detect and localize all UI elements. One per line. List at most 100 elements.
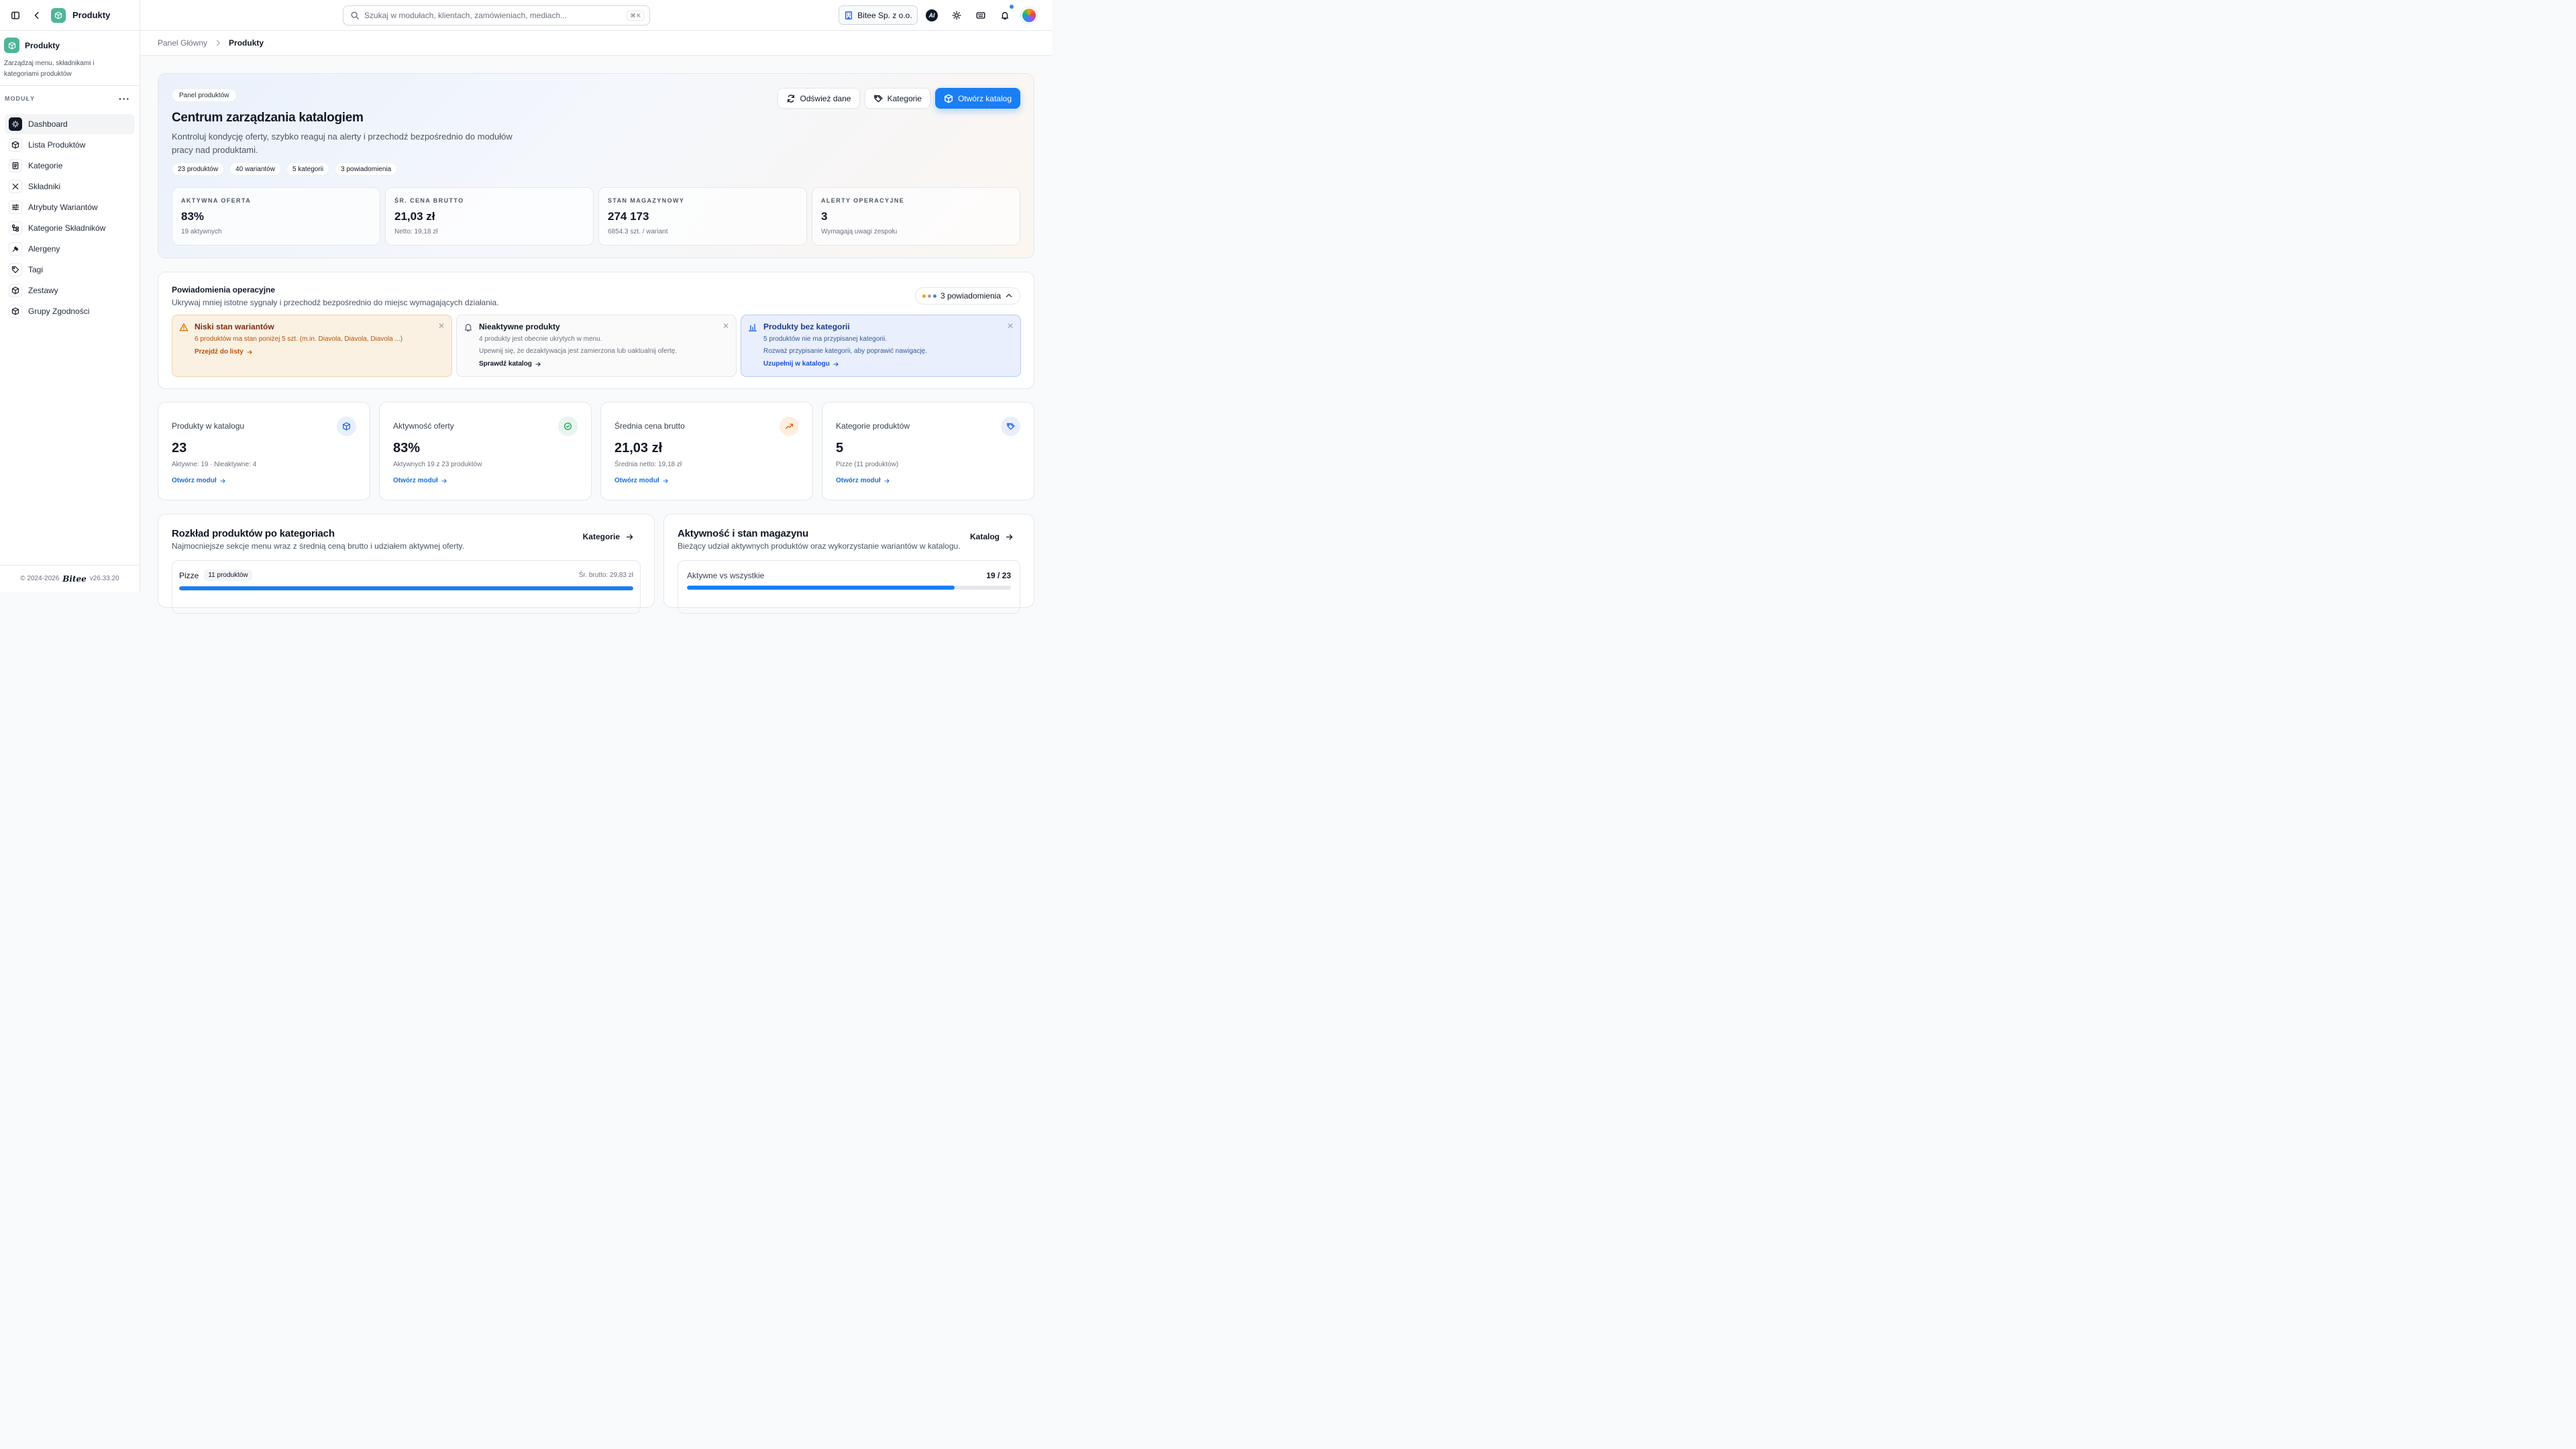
notification-text: 5 produktów nie ma przypisanej kategorii… — [763, 335, 887, 343]
notification-title: Niski stan wariantów — [195, 322, 274, 331]
open-module-link[interactable]: Otwórz moduł — [172, 477, 370, 484]
refresh-button[interactable]: Odśwież dane — [777, 88, 860, 109]
keyboard-button[interactable] — [974, 9, 987, 22]
notification-link-label: Sprawdź katalog — [479, 360, 532, 368]
avatar[interactable] — [1021, 7, 1037, 23]
categories-link-label: Kategorie — [582, 532, 620, 541]
category-row[interactable]: Pizze 11 produktów Śr. brutto: 29,83 zł — [172, 560, 641, 614]
sidebar-footer: © 2024-2026 Bitee v26.33.20 — [0, 565, 140, 592]
module-info: Produkty Zarządzaj menu, składnikami i k… — [0, 31, 140, 86]
kpi-label: ŚR. CENA BRUTTO — [394, 197, 464, 204]
refresh-icon — [787, 94, 794, 103]
stat-value: 5 — [836, 441, 844, 455]
modules-section-label: MODUŁY — [5, 95, 35, 102]
sidebar-item-ingredient-categories[interactable]: Kategorie Składników — [5, 218, 135, 238]
global-search[interactable]: Szukaj w modułach, klientach, zamówienia… — [343, 5, 650, 25]
module-icon — [4, 38, 19, 53]
breadcrumb: Panel Główny Produkty — [140, 31, 1052, 56]
category-distribution-panel: Rozkład produktów po kategoriach Najmocn… — [158, 514, 655, 614]
close-icon[interactable]: ✕ — [1007, 321, 1014, 331]
sidebar-item-compatibility-groups[interactable]: Grupy Zgodności — [5, 301, 135, 321]
sidebar-item-categories[interactable]: Kategorie — [5, 156, 135, 176]
module-description: Zarządzaj menu, składnikami i kategoriam… — [4, 60, 95, 78]
panel-title: Aktywność i stan magazynu — [678, 528, 809, 539]
notification-link-label: Uzupełnij w katalogu — [763, 360, 830, 368]
app-logo-icon — [51, 7, 66, 23]
category-count-badge: 11 produktów — [204, 570, 252, 581]
categories-link[interactable]: Kategorie — [583, 532, 634, 541]
notification-text: 6 produktów ma stan poniżej 5 szt. (m.in… — [195, 335, 403, 343]
hero-pill: Panel produktów — [172, 89, 237, 102]
notifications-title: Powiadomienia operacyjne — [172, 285, 276, 294]
tree-icon — [9, 221, 22, 235]
trending-up-icon — [780, 417, 799, 436]
categories-button[interactable]: Kategorie — [864, 88, 930, 109]
notification-link[interactable]: Uzupełnij w katalogu — [763, 360, 1012, 368]
stat-product-categories: Kategorie produktów 5 Pizze (11 produktó… — [822, 402, 1034, 500]
sidebar-item-label: Grupy Zgodności — [28, 307, 90, 316]
notifications-toggle-button[interactable]: 3 powiadomienia — [914, 287, 1020, 305]
sidebar-toggle-icon[interactable] — [8, 8, 23, 23]
sidebar-item-label: Składniki — [28, 182, 61, 191]
app-version: v26.33.20 — [89, 575, 119, 582]
kpi-label: ALERTY OPERACYJNE — [821, 197, 905, 204]
chip-variants: 40 wariantów — [229, 162, 281, 176]
sidebar-item-label: Tagi — [28, 265, 44, 274]
close-icon[interactable]: ✕ — [438, 321, 445, 331]
notification-inactive-products: ✕ Nieaktywne produkty 4 produkty jest ob… — [456, 315, 737, 377]
chip-categories: 5 kategorii — [286, 162, 330, 176]
document-icon — [9, 159, 22, 172]
arrow-right-icon — [663, 478, 668, 483]
activity-value: 19 / 23 — [986, 571, 1011, 580]
kpi-value: 274 173 — [608, 210, 649, 223]
bell-icon — [464, 323, 473, 332]
search-shortcut: ⌘ K — [627, 10, 644, 21]
open-module-link[interactable]: Otwórz moduł — [836, 477, 1034, 484]
more-options-icon[interactable]: ··· — [119, 93, 130, 104]
open-module-link[interactable]: Otwórz moduł — [393, 477, 591, 484]
copyright: © 2024-2026 — [20, 575, 60, 582]
tags-icon — [1001, 417, 1020, 436]
sidebar-item-label: Zestawy — [28, 286, 58, 295]
close-icon[interactable]: ✕ — [722, 321, 729, 331]
open-module-label: Otwórz moduł — [836, 477, 881, 484]
box-icon — [945, 94, 953, 103]
back-chevron-icon[interactable] — [30, 8, 44, 23]
arrow-right-icon — [441, 478, 447, 483]
chevron-up-icon — [1006, 294, 1012, 298]
sidebar-item-variant-attributes[interactable]: Atrybuty Wariantów — [5, 197, 135, 217]
sidebar-item-sets[interactable]: Zestawy — [5, 280, 135, 301]
open-module-link[interactable]: Otwórz moduł — [614, 477, 812, 484]
tags-icon — [873, 95, 883, 103]
sidebar-header: Produkty — [0, 0, 140, 31]
arrow-right-icon — [1006, 534, 1013, 539]
stat-note: Pizze (11 produktów) — [836, 461, 899, 468]
sidebar-item-dashboard[interactable]: Dashboard — [5, 114, 135, 134]
activity-row: Aktywne vs wszystkie 19 / 23 — [678, 560, 1020, 614]
package-icon — [9, 284, 22, 297]
sidebar-item-product-list[interactable]: Lista Produktów — [5, 135, 135, 155]
search-input[interactable]: Szukaj w modułach, klientach, zamówienia… — [364, 11, 622, 20]
sidebar-item-label: Alergeny — [28, 244, 60, 254]
theme-toggle-button[interactable] — [950, 9, 963, 22]
box-icon — [337, 417, 356, 436]
ai-assistant-button[interactable]: AI — [925, 9, 938, 22]
arrow-right-icon — [220, 478, 225, 483]
stat-note: Średnia netto: 19,18 zł — [614, 461, 682, 468]
catalog-link[interactable]: Katalog — [970, 532, 1014, 541]
dot-info — [932, 294, 936, 298]
sidebar-item-tags[interactable]: Tagi — [5, 260, 135, 280]
breadcrumb-root-link[interactable]: Panel Główny — [158, 38, 207, 48]
notifications-button[interactable] — [998, 5, 1014, 22]
sidebar-item-allergens[interactable]: Alergeny — [5, 239, 135, 259]
company-name: Bitee Sp. z o.o. — [857, 10, 912, 20]
notification-link-label: Przejdź do listy — [195, 348, 244, 356]
sidebar-item-ingredients[interactable]: Składniki — [5, 176, 135, 197]
company-switcher-button[interactable]: Bitee Sp. z o.o. — [839, 5, 918, 25]
notification-link[interactable]: Przejdź do listy — [195, 348, 443, 356]
open-catalog-button-label: Otwórz katalog — [957, 93, 1012, 103]
footer-logo: Bitee — [62, 574, 87, 584]
arrow-right-icon — [247, 350, 252, 354]
open-catalog-button[interactable]: Otwórz katalog — [934, 88, 1020, 109]
notification-link[interactable]: Sprawdź katalog — [479, 360, 728, 368]
